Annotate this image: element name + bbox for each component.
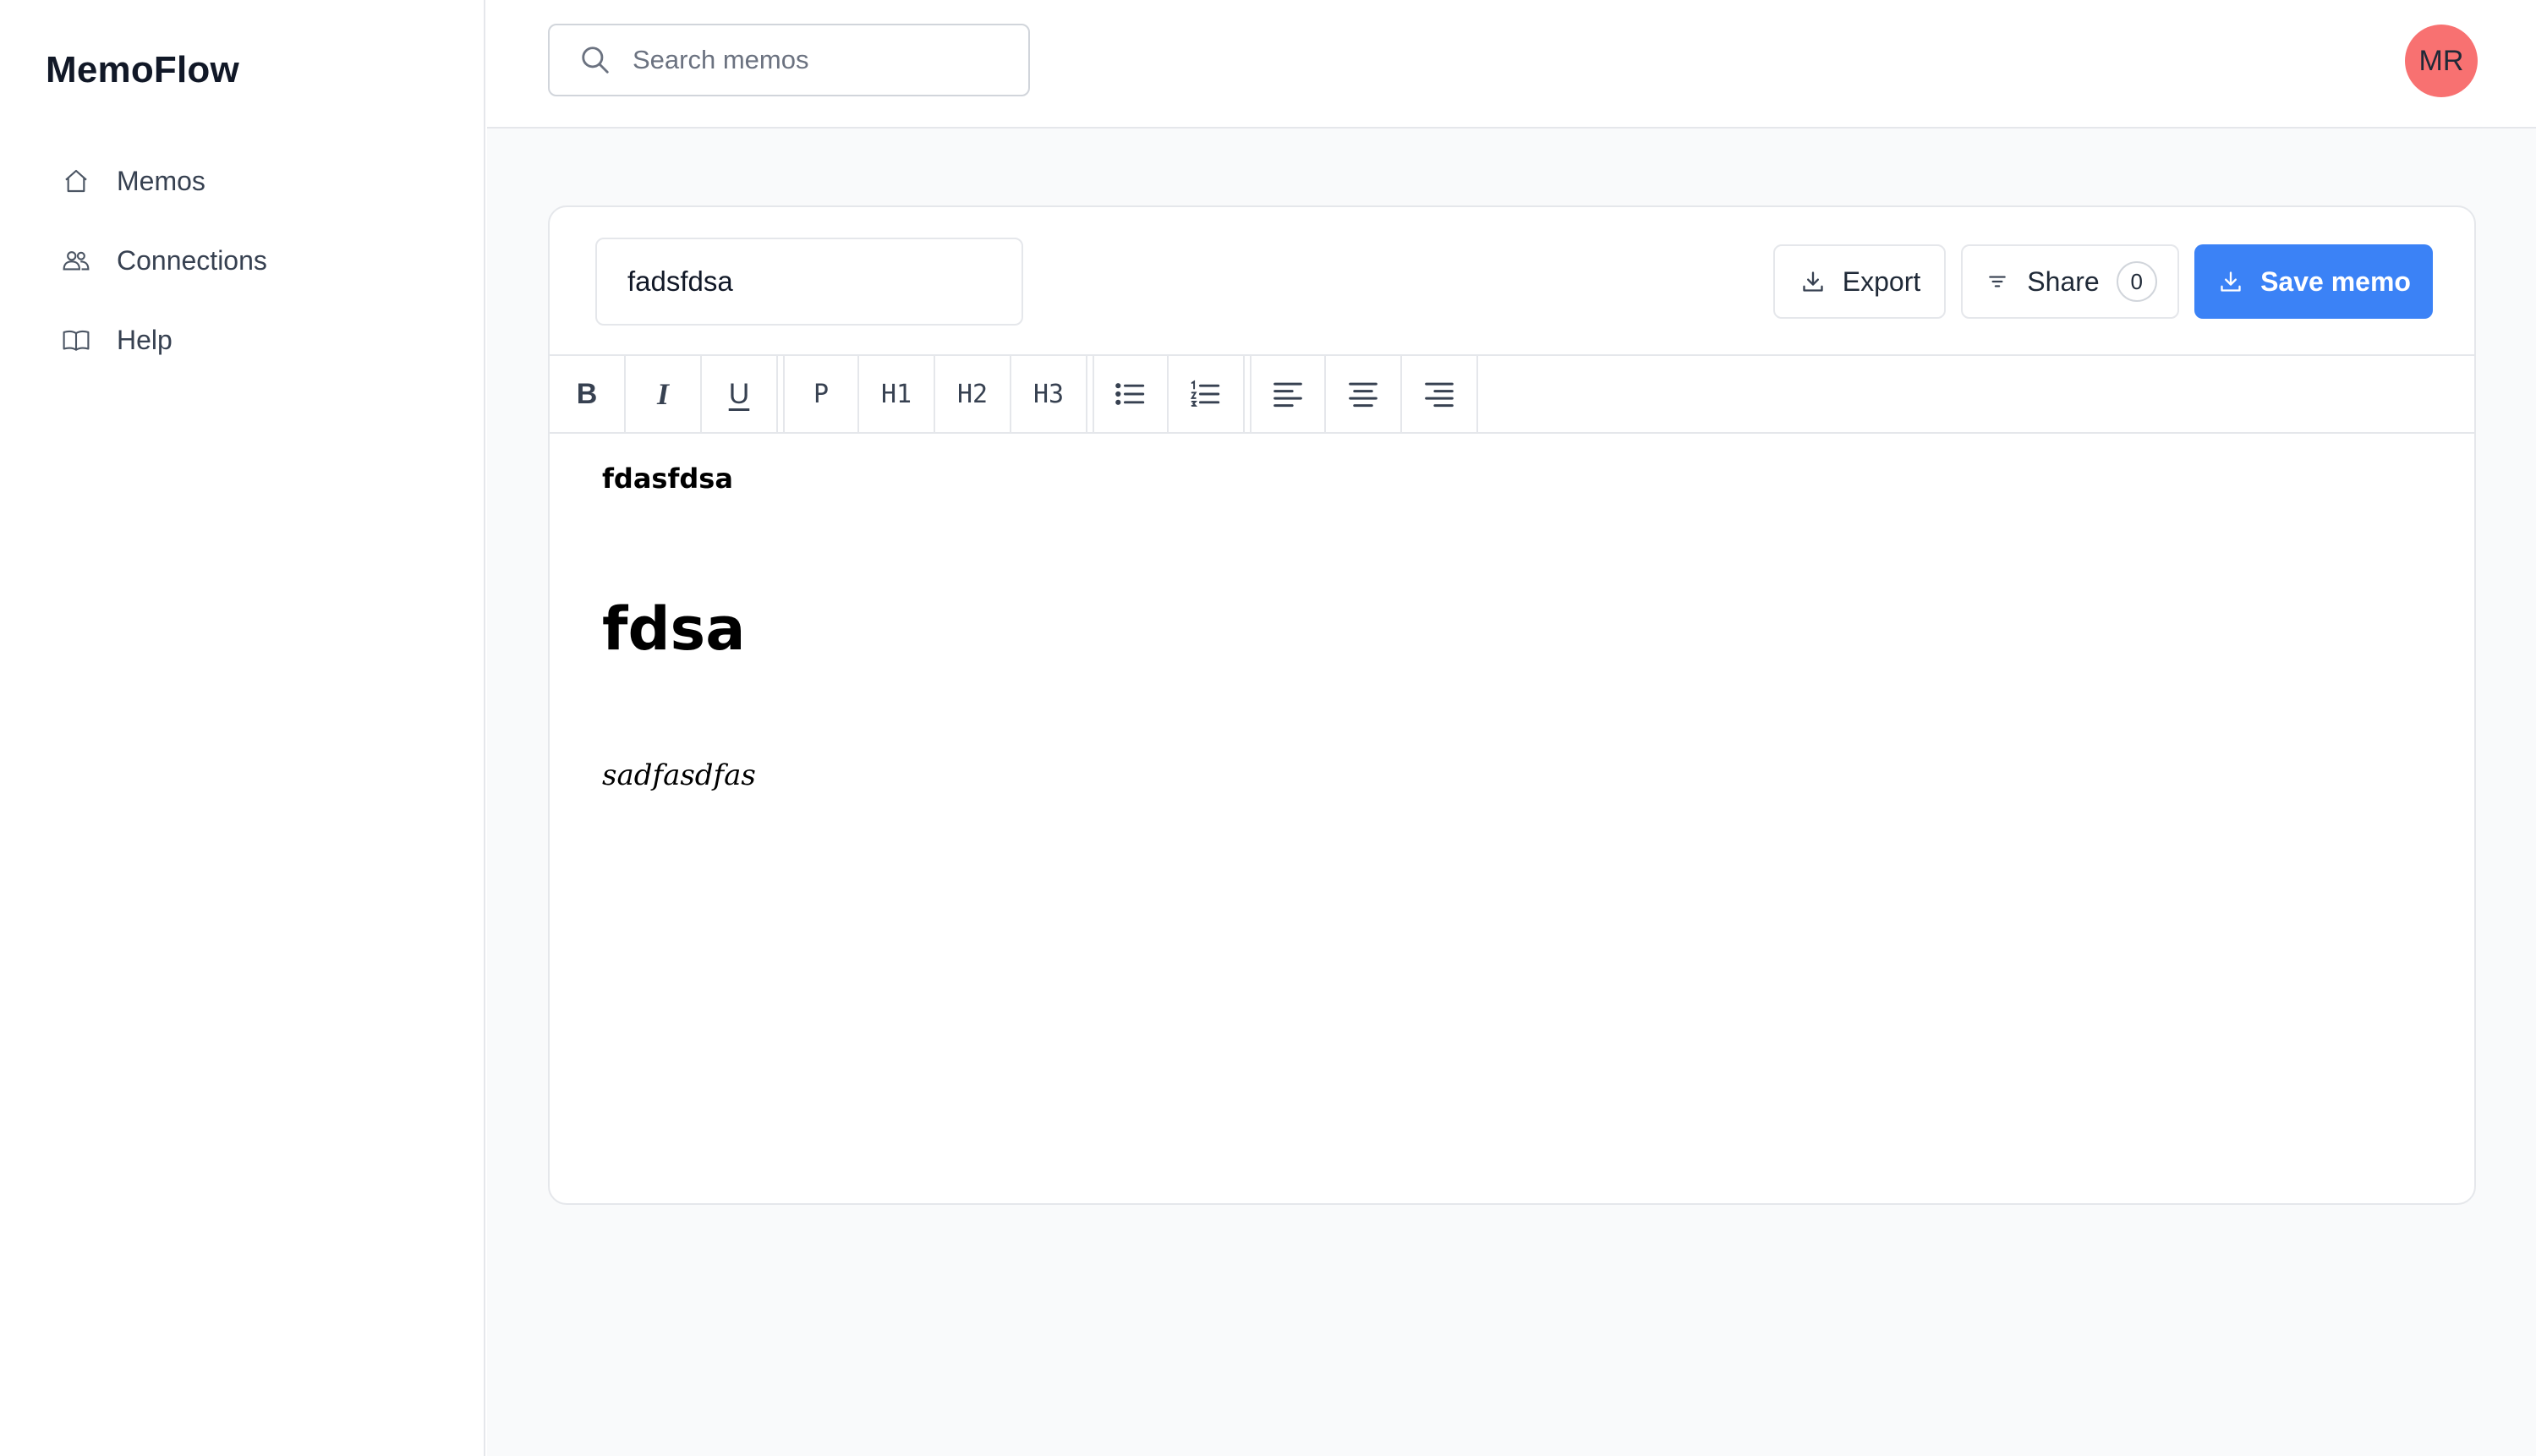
align-center-button[interactable] <box>1326 356 1402 432</box>
users-icon <box>59 244 93 277</box>
export-label: Export <box>1842 265 1921 297</box>
sidebar: MemoFlow Memos Connections Help <box>0 0 485 1456</box>
bold-button[interactable]: B <box>550 356 626 432</box>
download-icon <box>1799 267 1827 296</box>
memo-editor-card: Export Share 0 Save memo B <box>548 205 2476 1205</box>
filter-icon <box>1983 267 2012 296</box>
paragraph-button[interactable]: P <box>783 356 859 432</box>
italic-button[interactable]: I <box>626 356 702 432</box>
numbered-list-icon <box>1190 380 1220 407</box>
search-box[interactable] <box>548 24 1030 96</box>
heading3-button[interactable]: H3 <box>1011 356 1087 432</box>
align-right-icon <box>1425 382 1454 408</box>
book-icon <box>59 323 93 357</box>
download-icon <box>2216 267 2245 296</box>
save-memo-button[interactable]: Save memo <box>2194 244 2433 319</box>
share-count-badge: 0 <box>2116 261 2157 302</box>
formatting-toolbar: B I U P H1 H2 H3 <box>550 356 2474 434</box>
app-logo[interactable]: MemoFlow <box>46 49 239 91</box>
avatar[interactable]: MR <box>2405 25 2478 97</box>
search-icon <box>577 41 614 79</box>
memo-content-editor[interactable]: fdasfdsa fdsa sadfasdfas <box>550 434 2474 821</box>
align-left-icon <box>1273 382 1302 408</box>
export-button[interactable]: Export <box>1773 244 1946 319</box>
underline-button[interactable]: U <box>702 356 778 432</box>
sidebar-item-memos[interactable]: Memos <box>59 157 267 205</box>
sidebar-item-label: Connections <box>117 244 267 276</box>
heading1-button[interactable]: H1 <box>859 356 935 432</box>
sidebar-item-connections[interactable]: Connections <box>59 237 267 284</box>
memo-title-input[interactable] <box>595 238 1023 326</box>
content-heading: fdsa <box>602 594 746 664</box>
home-icon <box>59 164 93 198</box>
app-root: MemoFlow Memos Connections Help Search m… <box>0 0 2536 1456</box>
save-label: Save memo <box>2260 265 2411 297</box>
sidebar-item-label: Help <box>117 324 173 355</box>
content-italic-paragraph: sadfasdfas <box>602 758 756 792</box>
top-bar: MR <box>487 0 2536 129</box>
share-button[interactable]: Share 0 <box>1961 244 2179 319</box>
bullet-list-icon <box>1115 383 1145 405</box>
numbered-list-button[interactable] <box>1169 356 1245 432</box>
align-right-button[interactable] <box>1402 356 1478 432</box>
sidebar-item-label: Memos <box>117 165 205 196</box>
sidebar-item-help[interactable]: Help <box>59 316 267 364</box>
search-input[interactable] <box>633 45 988 75</box>
bullet-list-button[interactable] <box>1093 356 1169 432</box>
share-label: Share <box>2027 265 2100 297</box>
heading2-button[interactable]: H2 <box>935 356 1011 432</box>
align-center-icon <box>1349 382 1378 408</box>
content-bold-paragraph: fdasfdsa <box>602 463 733 495</box>
sidebar-nav: Memos Connections Help <box>59 157 267 396</box>
main-area: MR Export Share 0 <box>487 0 2536 1456</box>
align-left-button[interactable] <box>1250 356 1326 432</box>
memo-header: Export Share 0 Save memo <box>550 207 2474 356</box>
